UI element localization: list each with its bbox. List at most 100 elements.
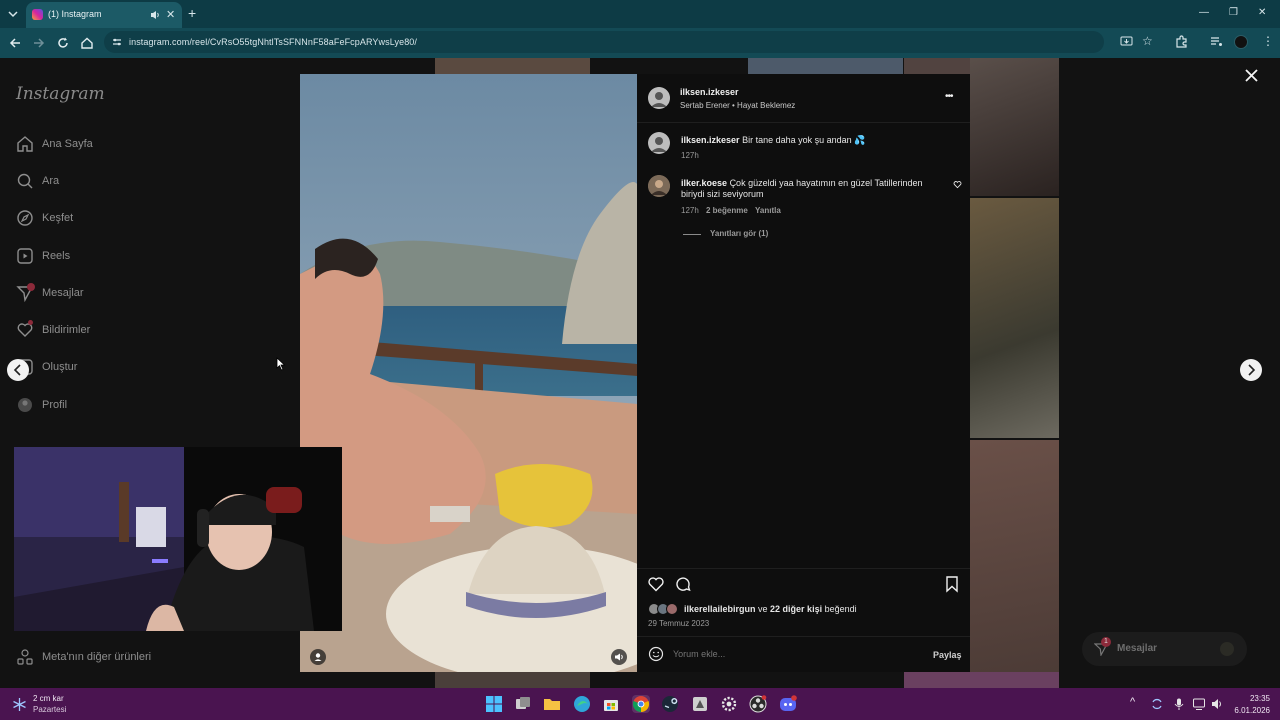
mouse-cursor-icon <box>276 357 286 371</box>
messages-widget[interactable]: 1 Mesajlar <box>1082 632 1247 666</box>
show-hidden-icons-chevron-icon[interactable]: ^ <box>1130 696 1135 708</box>
grid-tile <box>748 58 903 74</box>
divider <box>637 636 970 637</box>
more-options-icon[interactable]: ••• <box>945 91 953 102</box>
weather-day: Pazartesi <box>33 705 67 714</box>
microphone-icon[interactable] <box>1172 697 1186 711</box>
bookmark-star-icon[interactable]: ☆ <box>1142 34 1153 48</box>
network-icon[interactable] <box>1192 697 1206 711</box>
reload-icon[interactable] <box>56 36 70 50</box>
sidebar-item-label: Mesajlar <box>42 287 84 299</box>
volume-icon[interactable] <box>611 649 627 665</box>
comment-input[interactable] <box>673 647 913 661</box>
profile-avatar[interactable] <box>1234 35 1248 49</box>
comment-likes[interactable]: 2 beğenme <box>706 206 748 215</box>
tab-instagram[interactable]: (1) Instagram ✕ <box>26 2 182 28</box>
sidebar-item-search[interactable]: Ara <box>16 171 276 193</box>
address-bar[interactable]: instagram.com/reel/CvRsO55tgNhtlTsSFNNnF… <box>104 31 1104 53</box>
new-tab-button[interactable]: + <box>188 5 196 21</box>
tab-title: (1) Instagram <box>48 9 102 19</box>
caption-username[interactable]: ilksen.izkeser <box>681 135 740 145</box>
site-info-icon[interactable] <box>112 37 122 47</box>
audio-track[interactable]: Sertab Erener • Hayat Beklemez <box>680 101 795 110</box>
author-avatar[interactable] <box>648 87 670 109</box>
comment-time: 127h <box>681 206 699 215</box>
sync-icon[interactable] <box>1150 697 1164 711</box>
speaker-icon[interactable] <box>1210 697 1224 711</box>
comment-username[interactable]: ilker.koese <box>681 178 727 188</box>
tagged-people-icon[interactable] <box>310 649 326 665</box>
sidebar-item-more-products[interactable]: Meta'nın diğer ürünleri <box>16 647 276 669</box>
caption-avatar[interactable] <box>648 132 670 154</box>
weather-snow-icon[interactable] <box>12 697 27 712</box>
emoji-icon[interactable] <box>648 646 664 662</box>
sidebar-item-label: Bildirimler <box>42 324 91 336</box>
install-app-icon[interactable] <box>1120 35 1133 48</box>
tab-close-icon[interactable]: ✕ <box>166 8 175 21</box>
divider <box>637 568 970 569</box>
sidebar-item-profile[interactable]: Profil <box>16 395 276 417</box>
messages-widget-label: Mesajlar <box>1117 643 1158 654</box>
forward-arrow-icon[interactable] <box>32 36 46 50</box>
media-controls-icon[interactable] <box>1210 35 1223 48</box>
like-heart-icon[interactable] <box>647 575 665 593</box>
app-icon[interactable] <box>691 695 709 713</box>
liker-avatar <box>666 603 678 615</box>
view-replies-button[interactable]: Yanıtları gör (1) <box>710 229 768 238</box>
settings-gear-icon[interactable] <box>720 695 738 713</box>
save-bookmark-icon[interactable] <box>944 575 960 593</box>
clock-date[interactable]: 6.01.2026 <box>1226 706 1270 715</box>
share-button[interactable]: Paylaş <box>933 650 962 660</box>
file-explorer-icon[interactable] <box>543 695 561 713</box>
reply-button[interactable]: Yanıtla <box>755 206 781 215</box>
extensions-icon[interactable] <box>1175 35 1188 48</box>
sidebar-item-explore[interactable]: Keşfet <box>16 208 276 230</box>
home-button-icon[interactable] <box>80 36 94 50</box>
minimize-button[interactable]: — <box>1199 7 1209 18</box>
post-date: 29 Temmuz 2023 <box>648 619 710 628</box>
comment-avatar[interactable] <box>648 175 670 197</box>
post-details-panel: ilksen.izkeser Sertab Erener • Hayat Bek… <box>637 74 970 672</box>
reel-video[interactable] <box>300 74 637 672</box>
next-post-button[interactable] <box>1240 359 1262 381</box>
back-arrow-icon[interactable] <box>8 36 22 50</box>
close-window-button[interactable]: ✕ <box>1258 7 1266 18</box>
chevron-right-icon <box>1248 364 1256 376</box>
edge-browser-icon[interactable] <box>573 695 591 713</box>
comment-like-icon[interactable] <box>953 180 962 189</box>
obs-icon[interactable] <box>749 695 767 713</box>
tab-audio-icon[interactable] <box>149 9 161 21</box>
liked-by-count[interactable]: 22 diğer kişi <box>770 604 822 614</box>
liked-by-user[interactable]: ilkerellailebirgun <box>684 604 756 614</box>
sidebar-item-messages[interactable]: Mesajlar <box>16 283 276 305</box>
instagram-favicon-icon <box>32 9 43 20</box>
sidebar-item-label: Keşfet <box>42 212 74 224</box>
clock-time[interactable]: 23:35 <box>1232 694 1270 703</box>
discord-icon[interactable] <box>779 695 797 713</box>
browser-menu-icon[interactable]: ⋮ <box>1262 34 1274 48</box>
sidebar-item-create[interactable]: Oluştur <box>16 357 276 379</box>
sidebar-item-reels[interactable]: Reels <box>16 246 276 268</box>
close-modal-icon[interactable] <box>1244 68 1259 83</box>
comment-bubble-icon[interactable] <box>674 575 692 593</box>
liked-by-text: ilkerellailebirgun ve 22 diğer kişi beğe… <box>684 604 857 614</box>
instagram-logo[interactable]: Instagram <box>16 84 105 104</box>
weather-temp[interactable]: 2 cm kar <box>33 694 64 703</box>
caption: ilksen.izkeser Bir tane daha yok şu anda… <box>681 135 951 146</box>
steam-icon[interactable] <box>661 695 679 713</box>
sidebar-item-label: Ana Sayfa <box>42 138 93 150</box>
tab-list-chevron-icon[interactable] <box>6 7 20 21</box>
task-view-icon[interactable] <box>514 695 532 713</box>
chrome-icon[interactable] <box>632 695 650 713</box>
sidebar-item-home[interactable]: Ana Sayfa <box>16 134 276 156</box>
sidebar-item-notifications[interactable]: Bildirimler <box>16 320 276 342</box>
previous-post-button[interactable] <box>7 359 29 381</box>
grid-tile <box>435 58 590 74</box>
microsoft-store-icon[interactable] <box>602 695 620 713</box>
webcam-overlay <box>14 447 342 631</box>
url-text: instagram.com/reel/CvRsO55tgNhtlTsSFNNnF… <box>129 37 418 47</box>
author-username[interactable]: ilksen.izkeser <box>680 87 739 97</box>
messages-badge: 1 <box>1101 637 1111 647</box>
restore-button[interactable]: ❐ <box>1229 7 1238 18</box>
start-button[interactable] <box>485 695 503 713</box>
